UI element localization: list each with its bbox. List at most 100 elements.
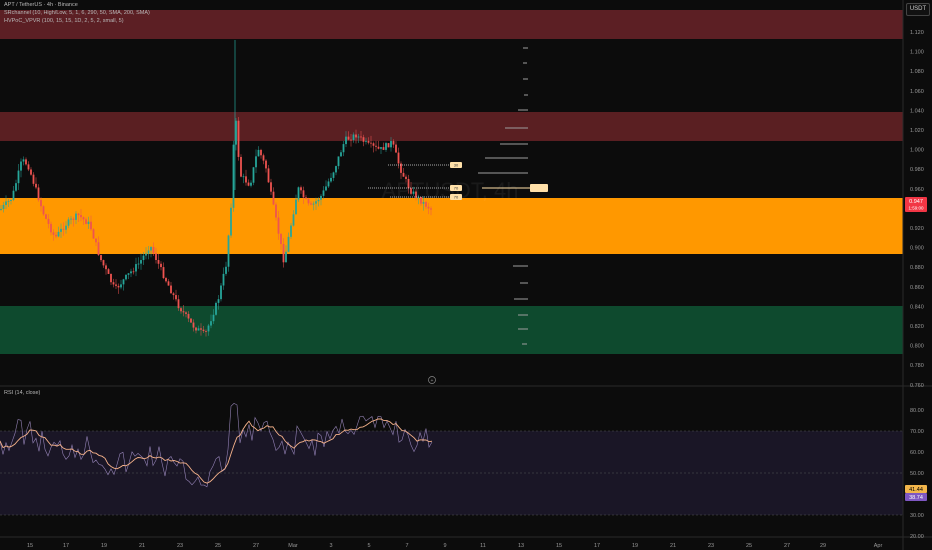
candle-body xyxy=(165,278,167,282)
candle-body xyxy=(132,271,135,273)
candle-body xyxy=(380,147,382,149)
time-tick-label: 19 xyxy=(101,543,107,549)
time-tick-label: Apr xyxy=(874,543,883,549)
time-tick-label: 5 xyxy=(367,543,370,549)
candle-body xyxy=(40,200,42,207)
candle-body xyxy=(420,196,422,204)
candle-body xyxy=(342,144,345,153)
candle-body xyxy=(75,213,77,220)
last-price-value: 0.947 xyxy=(909,199,923,205)
price-tick-label: 0.980 xyxy=(910,167,924,173)
candle-body xyxy=(287,236,290,252)
time-tick-label: 13 xyxy=(518,543,524,549)
candle-body xyxy=(167,281,170,286)
poc-tag-label: 70 xyxy=(454,195,459,200)
time-tick-label: 29 xyxy=(820,543,826,549)
candle-body xyxy=(22,159,25,162)
time-tick-label: 3 xyxy=(329,543,332,549)
candle-body xyxy=(255,156,257,168)
candle-body xyxy=(215,302,217,315)
last-price-countdown: 1:59:00 xyxy=(908,206,924,211)
chart-area[interactable]: APTUSDT, 4h 30 70 70 1.120 1.100 1.080 1.060 1… xyxy=(0,0,932,550)
candle-body xyxy=(217,299,220,303)
candle-body xyxy=(357,136,360,138)
candle-body xyxy=(47,218,50,224)
candle-body xyxy=(7,200,10,202)
candle-body xyxy=(375,145,377,147)
price-chart-svg[interactable]: APTUSDT, 4h 30 70 70 1.120 1.100 1.080 1.060 1… xyxy=(0,0,932,550)
rsi-tick-label: 20.00 xyxy=(910,534,924,540)
candle-body xyxy=(65,225,67,230)
candle-body xyxy=(110,273,112,283)
price-tick-label: 0.960 xyxy=(910,187,924,193)
time-axis[interactable]: 15 17 19 21 23 25 27 Mar 3 5 7 9 11 13 15 17 19 21 23 25 27 2… xyxy=(27,543,883,549)
price-tick-label: 0.780 xyxy=(910,363,924,369)
candle-body xyxy=(127,273,130,275)
candle-body xyxy=(407,178,410,189)
candle-body xyxy=(425,202,427,207)
candle-body xyxy=(260,149,262,156)
candle-body xyxy=(147,250,150,254)
candle-body xyxy=(370,142,372,144)
candle-body xyxy=(222,273,225,286)
candle-body xyxy=(257,149,260,157)
candle-body xyxy=(115,284,117,286)
price-tick-label: 0.800 xyxy=(910,344,924,350)
time-tick-label: 27 xyxy=(784,543,790,549)
candle-body xyxy=(335,166,337,173)
candle-body xyxy=(72,218,75,220)
candle-body xyxy=(205,331,207,332)
candle-body xyxy=(197,328,200,331)
candle-body xyxy=(410,188,412,194)
candle-body xyxy=(190,318,192,323)
candle-body xyxy=(350,139,352,141)
candlestick-series xyxy=(0,40,432,337)
candle-body xyxy=(67,219,70,226)
currency-unit-button[interactable]: USDT xyxy=(906,3,930,16)
candle-body xyxy=(192,322,195,328)
rsi-title[interactable]: RSI (14, close) xyxy=(4,390,40,396)
candle-body xyxy=(140,260,142,264)
candle-body xyxy=(320,195,322,200)
candle-body xyxy=(317,199,320,202)
candle-body xyxy=(240,156,242,177)
time-tick-label: 25 xyxy=(215,543,221,549)
indicator-hvpoc[interactable]: HVPoC_VPVR (100, 15, 15, 1D, 2, 5, 2, sm… xyxy=(4,18,124,24)
candle-body xyxy=(12,190,15,200)
rsi-axis[interactable]: 80.0070.0060.0050.0040.0030.0020.00 xyxy=(910,408,924,540)
candle-body xyxy=(32,174,35,184)
time-tick-label: 21 xyxy=(670,543,676,549)
price-tick-label: 1.060 xyxy=(910,89,924,95)
indicator-srchannel[interactable]: SRchannel (10, High/Low, 5, 1, 6, 290, 5… xyxy=(4,10,150,16)
candle-body xyxy=(225,266,227,274)
candle-body xyxy=(95,238,97,243)
candle-body xyxy=(117,285,120,288)
candle-body xyxy=(150,246,152,251)
candle-body xyxy=(297,187,300,200)
candle-body xyxy=(277,217,280,234)
candle-body xyxy=(207,325,210,332)
time-tick-label: 11 xyxy=(480,543,486,549)
candle-body xyxy=(385,143,387,150)
time-tick-label: 17 xyxy=(63,543,69,549)
candle-body xyxy=(2,204,5,209)
candle-body xyxy=(312,203,315,205)
time-tick-label: 17 xyxy=(594,543,600,549)
price-tick-label: 1.080 xyxy=(910,69,924,75)
candle-body xyxy=(160,263,162,268)
candle-body xyxy=(162,267,165,279)
rsi-band xyxy=(0,431,903,515)
candle-body xyxy=(392,141,395,145)
candle-body xyxy=(422,202,425,204)
symbol-title[interactable]: APT / TetherUS · 4h · Binance xyxy=(4,2,78,8)
rsi-tick-label: 50.00 xyxy=(910,471,924,477)
poc-tag-label: 30 xyxy=(454,163,459,168)
price-tick-label: 1.120 xyxy=(910,30,924,36)
candle-body xyxy=(195,327,197,331)
candle-body xyxy=(142,255,145,261)
candle-body xyxy=(25,159,27,165)
candle-body xyxy=(137,263,140,265)
candle-body xyxy=(102,260,105,266)
rsi-tick-label: 70.00 xyxy=(910,429,924,435)
candle-body xyxy=(15,183,17,191)
